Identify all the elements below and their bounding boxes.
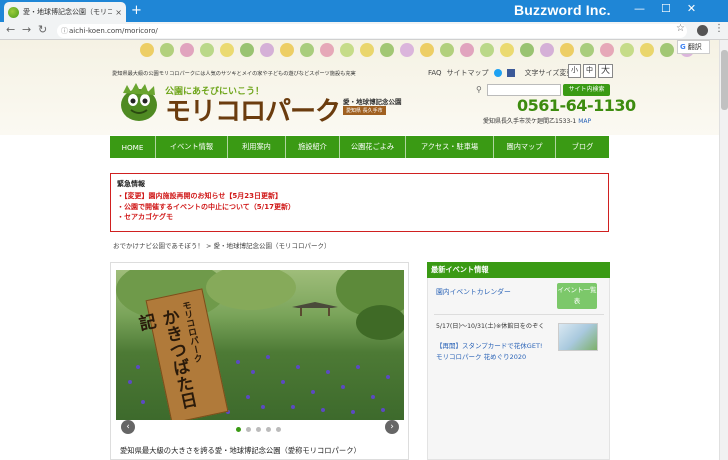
- event-list-button[interactable]: イベント一覧表: [557, 283, 597, 309]
- park-name: 愛・地球博記念公園: [343, 98, 402, 106]
- address-text: 愛知県長久手市茨ケ廻間乙1533-1: [483, 118, 577, 125]
- slider-next-button[interactable]: ›: [385, 420, 399, 434]
- phone-number: 0561-64-1130: [517, 96, 636, 115]
- mascot-logo-icon[interactable]: [118, 81, 160, 123]
- facebook-icon[interactable]: [506, 69, 515, 77]
- event-calendar-link[interactable]: 園内イベントカレンダー: [436, 286, 511, 296]
- nav-flower-calendar[interactable]: 公園花ごよみ: [340, 136, 406, 158]
- notice-item[interactable]: ・公園で開催するイベントの中止について（5/17更新）: [117, 202, 602, 213]
- breadcrumb[interactable]: おでかけナビ公園であそぼう！ > 愛・地球博記念公園（モリコロパーク）: [113, 240, 331, 250]
- nav-guide[interactable]: 利用案内: [228, 136, 286, 158]
- twitter-icon[interactable]: [493, 69, 502, 77]
- notice-heading: 緊急情報: [117, 180, 145, 188]
- nav-home[interactable]: HOME: [110, 136, 156, 158]
- nav-access[interactable]: アクセス・駐車場: [406, 136, 494, 158]
- slider-dot[interactable]: [276, 427, 281, 432]
- slider-dot[interactable]: [236, 427, 241, 432]
- back-arrow-icon[interactable]: ←: [6, 23, 15, 36]
- faq-link[interactable]: FAQ: [428, 69, 442, 77]
- reload-icon[interactable]: ↻: [38, 23, 47, 36]
- slider-prev-button[interactable]: ‹: [121, 420, 135, 434]
- forward-arrow-icon[interactable]: →: [22, 23, 31, 36]
- url-text: aichi-koen.com/moricoro/: [69, 27, 158, 35]
- tab-title: 愛・地球博記念公園（モリコロパーク）: [23, 8, 113, 16]
- site-search-button[interactable]: サイト内検索: [563, 84, 610, 96]
- emergency-notice: 緊急情報 ・【変更】園内施設再開のお知らせ【5月23日更新】 ・公園で開催するイ…: [110, 173, 609, 232]
- menu-kebab-icon[interactable]: ⋮: [714, 23, 724, 34]
- site-header: 愛知県最大級の公園モリコロパークには人気のサツキとメイの家や子どもの遊びなどスポ…: [0, 40, 719, 135]
- side-body: 園内イベントカレンダー イベント一覧表 5/17(日)〜10/31(土)※休館日…: [427, 278, 610, 460]
- nav-blog[interactable]: ブログ: [556, 136, 609, 158]
- close-window-icon[interactable]: ✕: [687, 2, 696, 15]
- global-navigation: HOME イベント情報 利用案内 施設紹介 公園花ごよみ アクセス・駐車場 園内…: [110, 136, 609, 158]
- slider-caption: 愛知県最大級の大きさを誇る愛・地球博記念公園（愛称モリコロパーク）: [120, 446, 361, 455]
- page-viewport: 愛知県最大級の公園モリコロパークには人気のサツキとメイの家や子どもの遊びなどスポ…: [0, 40, 728, 460]
- sitemap-link[interactable]: サイトマップ: [447, 68, 489, 78]
- slider-dot[interactable]: [266, 427, 271, 432]
- tab-close-icon[interactable]: ×: [115, 8, 122, 17]
- slider-dot[interactable]: [246, 427, 251, 432]
- font-size-medium-button[interactable]: 中: [583, 64, 596, 78]
- profile-avatar-icon[interactable]: [697, 25, 708, 36]
- info-icon[interactable]: ⓘ: [61, 24, 68, 38]
- site-tagline: 愛知県最大級の公園モリコロパークには人気のサツキとメイの家や子どもの遊びなどスポ…: [112, 71, 356, 77]
- bookmark-star-icon[interactable]: ☆: [676, 23, 685, 34]
- event-title-link[interactable]: 【再開】スタンプカードで花休GET!モリコロパーク 花めぐり2020: [436, 341, 548, 363]
- divider: [434, 314, 604, 315]
- latest-events-panel: 最新イベント情報 園内イベントカレンダー イベント一覧表 5/17(日)〜10/…: [427, 262, 610, 460]
- site-search-input[interactable]: [487, 84, 561, 96]
- browser-tab[interactable]: 愛・地球博記念公園（モリコロパーク） ×: [4, 2, 126, 22]
- side-heading: 最新イベント情報: [427, 262, 610, 278]
- site-logo-text[interactable]: モリコロパーク: [165, 91, 341, 128]
- browser-window: 愛・地球博記念公園（モリコロパーク） × + Buzzword Inc. — ☐…: [0, 0, 728, 460]
- nav-events[interactable]: イベント情報: [156, 136, 228, 158]
- new-tab-button[interactable]: +: [131, 3, 142, 19]
- translate-widget[interactable]: G 翻訳: [677, 40, 710, 54]
- address: 愛知県長久手市茨ケ廻間乙1533-1 MAP: [483, 116, 591, 125]
- search-icon: ⚲: [476, 85, 482, 94]
- park-location-badge: 愛知県 長久手市: [343, 106, 386, 115]
- favicon-icon: [8, 6, 19, 18]
- top-links: FAQ サイトマップ 文字サイズ変更: [428, 68, 573, 78]
- pavilion-icon: [292, 302, 338, 316]
- minimize-icon[interactable]: —: [634, 2, 645, 15]
- nav-park-map[interactable]: 園内マップ: [494, 136, 556, 158]
- kakitsubata-sign: モリコロパーク かきつばた日記: [134, 288, 229, 420]
- slider-dots: [236, 427, 281, 432]
- maximize-icon[interactable]: ☐: [661, 2, 671, 15]
- brand-watermark: Buzzword Inc.: [514, 2, 611, 18]
- scrollbar[interactable]: [719, 40, 728, 460]
- notice-item[interactable]: ・セアカゴケグモ: [117, 212, 602, 223]
- main-slider: モリコロパーク かきつばた日記 ‹ › 愛知県最大級の大きさを誇る愛・地球博記念…: [110, 262, 409, 460]
- flower-banner: [140, 40, 720, 64]
- window-controls: — ☐ ✕: [634, 2, 696, 15]
- font-size-large-button[interactable]: 大: [598, 64, 614, 78]
- browser-toolbar: ← → ↻ ⓘ aichi-koen.com/moricoro/ ☆ ⋮: [0, 22, 728, 40]
- font-size-switcher: 小 中 大: [568, 64, 614, 78]
- scrollbar-thumb[interactable]: [721, 50, 728, 110]
- address-bar[interactable]: ⓘ aichi-koen.com/moricoro/: [57, 24, 687, 38]
- slider-photo[interactable]: モリコロパーク かきつばた日記: [116, 270, 404, 420]
- map-link[interactable]: MAP: [578, 118, 591, 125]
- nav-facilities[interactable]: 施設紹介: [286, 136, 340, 158]
- event-thumbnail[interactable]: [558, 323, 598, 351]
- font-size-label: 文字サイズ変更: [524, 69, 574, 77]
- font-size-small-button[interactable]: 小: [568, 64, 581, 78]
- google-icon: G: [680, 43, 686, 51]
- translate-label: 翻訳: [687, 43, 702, 51]
- notice-item[interactable]: ・【変更】園内施設再開のお知らせ【5月23日更新】: [117, 191, 602, 202]
- tab-strip: 愛・地球博記念公園（モリコロパーク） × + Buzzword Inc. — ☐…: [0, 0, 728, 22]
- event-date: 5/17(日)〜10/31(土)※休館日をのぞく: [436, 323, 545, 330]
- slider-dot[interactable]: [256, 427, 261, 432]
